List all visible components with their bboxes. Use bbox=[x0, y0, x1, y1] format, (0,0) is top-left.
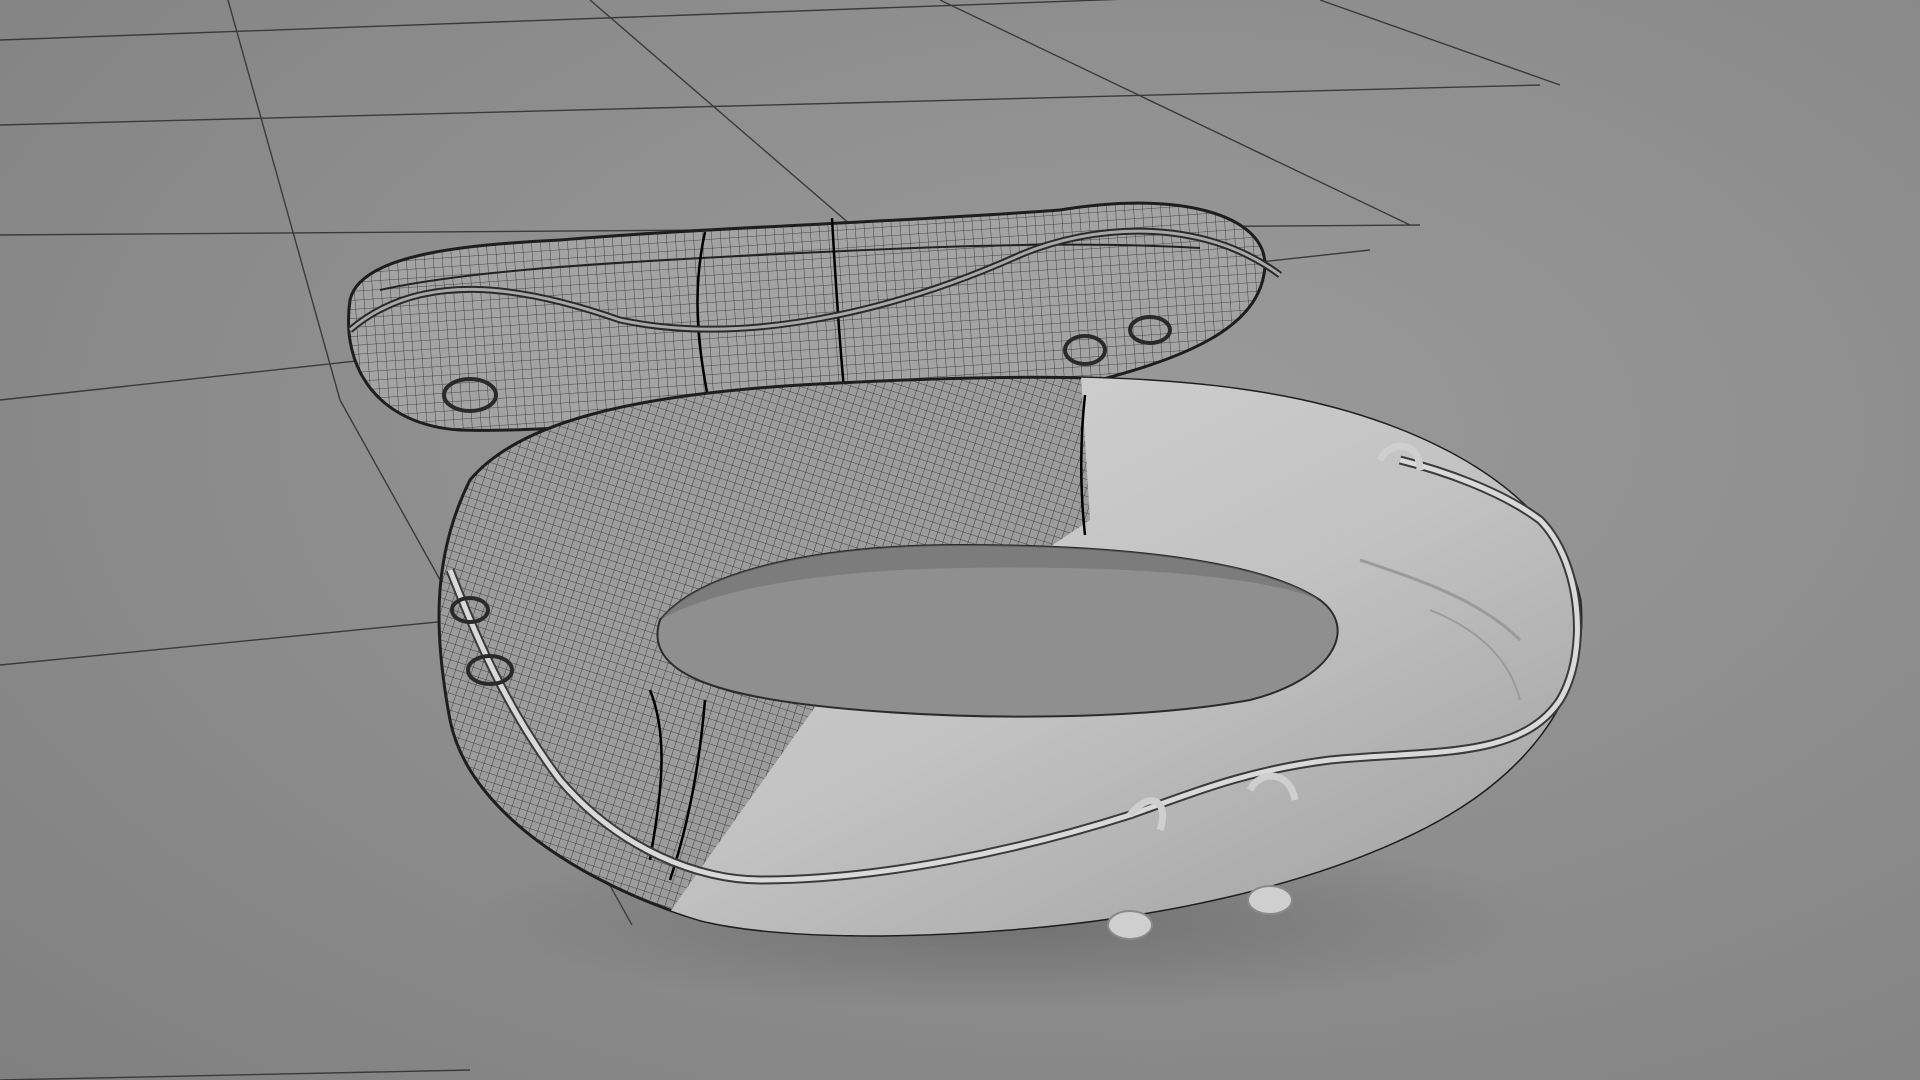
flat-rope-knot bbox=[1107, 910, 1153, 940]
lifebuoy-flat[interactable] bbox=[437, 375, 1583, 940]
3d-viewport[interactable] bbox=[0, 0, 1920, 1080]
flat-rope-knot bbox=[1247, 885, 1293, 915]
viewport-canvas[interactable] bbox=[0, 0, 1920, 1080]
